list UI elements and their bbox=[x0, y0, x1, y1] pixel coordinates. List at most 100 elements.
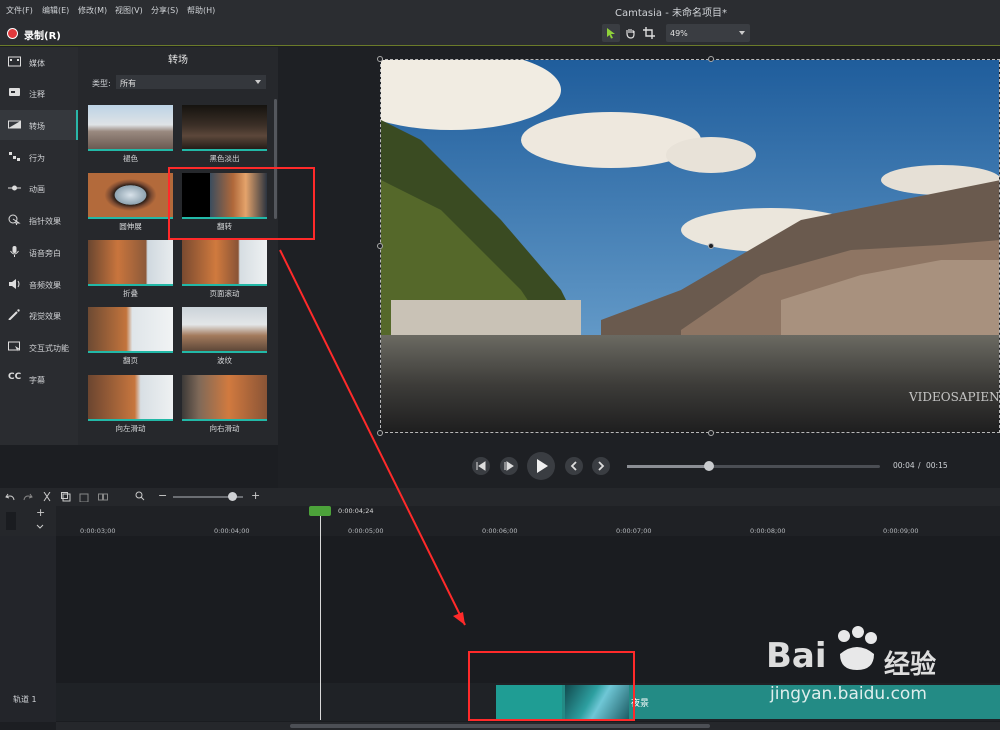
transition-label: 向右滑动 bbox=[209, 424, 240, 433]
select-tool-button[interactable] bbox=[602, 24, 620, 42]
sidebar-item-voice-narration[interactable]: 语音旁白 bbox=[0, 237, 78, 267]
playback-progress bbox=[627, 465, 709, 468]
transition-label: 褪色 bbox=[123, 154, 138, 163]
timeline-ruler[interactable] bbox=[56, 506, 1000, 536]
ruler-tick-label: 0:00:03;00 bbox=[80, 527, 116, 535]
sidebar-item-behaviors[interactable]: 行为 bbox=[0, 142, 78, 172]
track-labels: 轨道 1 bbox=[0, 536, 56, 722]
record-button[interactable]: 录制(R) bbox=[24, 27, 61, 42]
sidebar-item-animations[interactable]: 动画 bbox=[0, 173, 78, 203]
redo-icon[interactable] bbox=[23, 492, 33, 502]
pan-tool-button[interactable] bbox=[621, 24, 639, 42]
sidebar-item-label: 注释 bbox=[29, 90, 45, 99]
transition-thumbnail bbox=[88, 173, 173, 217]
transition-tile-fade-to-black[interactable]: 黑色淡出 bbox=[182, 105, 267, 163]
sidebar-item-annotations[interactable]: 注释 bbox=[0, 78, 78, 108]
play-button[interactable] bbox=[527, 452, 555, 480]
magic-wand-icon bbox=[8, 309, 20, 320]
transition-thumbnail bbox=[88, 105, 173, 149]
sidebar-item-transitions[interactable]: 转场 bbox=[0, 110, 78, 140]
film-icon bbox=[8, 56, 21, 67]
play-icon bbox=[537, 459, 548, 473]
transition-thumbnail bbox=[88, 240, 173, 284]
transition-tile-page-roll[interactable]: 页面滚动 bbox=[182, 240, 267, 298]
sidebar-item-label: 音频效果 bbox=[29, 281, 61, 290]
transition-thumbnail bbox=[182, 105, 267, 149]
transition-tile-ripple[interactable]: 波纹 bbox=[182, 307, 267, 365]
crop-icon bbox=[643, 27, 655, 39]
sidebar-item-media[interactable]: 媒体 bbox=[0, 47, 78, 77]
undo-icon[interactable] bbox=[5, 492, 15, 502]
highlight-box-flip bbox=[168, 167, 315, 240]
scrubber-knob[interactable] bbox=[704, 461, 714, 471]
add-track-button[interactable]: + bbox=[36, 506, 45, 519]
menu-view[interactable]: 视图(V) bbox=[115, 5, 143, 16]
ruler-tick-label: 0:00:07;00 bbox=[616, 527, 652, 535]
cc-icon: CC bbox=[8, 372, 22, 382]
next-marker-button[interactable] bbox=[592, 457, 610, 475]
tile-accent-bar bbox=[88, 351, 173, 353]
microphone-icon bbox=[10, 246, 19, 257]
menu-file[interactable]: 文件(F) bbox=[6, 5, 33, 16]
zoom-in-button[interactable]: + bbox=[251, 489, 260, 502]
record-icon[interactable] bbox=[7, 28, 18, 39]
type-select[interactable]: 所有 bbox=[116, 75, 266, 89]
cut-icon[interactable] bbox=[42, 492, 52, 502]
tile-accent-bar bbox=[88, 149, 173, 151]
resize-handle[interactable] bbox=[708, 243, 714, 249]
transition-tile-slide-right[interactable]: 向右滑动 bbox=[182, 375, 267, 433]
preview-watermark: VIDEOSAPIEN bbox=[908, 390, 1000, 404]
sidebar-item-label: 字幕 bbox=[29, 376, 45, 385]
speaker-icon bbox=[9, 279, 20, 289]
menu-help[interactable]: 帮助(H) bbox=[187, 5, 215, 16]
copy-icon[interactable] bbox=[61, 492, 71, 502]
transition-thumbnail bbox=[88, 307, 173, 351]
resize-handle[interactable] bbox=[708, 56, 714, 62]
track-name: 轨道 1 bbox=[13, 695, 37, 704]
sidebar-item-captions[interactable]: CC 字幕 bbox=[0, 364, 78, 394]
crop-tool-button[interactable] bbox=[640, 24, 658, 42]
menu-edit[interactable]: 编辑(E) bbox=[42, 5, 69, 16]
chevron-right-icon bbox=[598, 461, 605, 471]
transition-icon bbox=[8, 120, 21, 129]
zoom-out-button[interactable]: − bbox=[158, 489, 167, 502]
sidebar-item-audio-effects[interactable]: 音频效果 bbox=[0, 269, 78, 299]
transition-tile-fold[interactable]: 折叠 bbox=[88, 240, 173, 298]
tile-accent-bar bbox=[182, 284, 267, 286]
prev-marker-button[interactable] bbox=[565, 457, 583, 475]
ruler-tick-label: 0:00:09;00 bbox=[883, 527, 919, 535]
track-header-controls: + bbox=[0, 506, 56, 536]
chevron-down-icon[interactable] bbox=[36, 524, 44, 530]
resize-handle[interactable] bbox=[377, 56, 383, 62]
menu-modify[interactable]: 修改(M) bbox=[78, 5, 107, 16]
sidebar-item-cursor-effects[interactable]: 指针效果 bbox=[0, 205, 78, 235]
sidebar-item-interactivity[interactable]: 交互式功能 bbox=[0, 332, 78, 362]
transition-label: 向左滑动 bbox=[115, 424, 146, 433]
transition-tile-slide-left[interactable]: 向左滑动 bbox=[88, 375, 173, 433]
paste-icon[interactable] bbox=[79, 492, 89, 502]
track-height-control[interactable] bbox=[6, 512, 16, 530]
type-value: 所有 bbox=[120, 79, 136, 88]
resize-handle[interactable] bbox=[708, 430, 714, 436]
arrow-cursor-icon bbox=[607, 28, 615, 39]
transition-tile-circle-stretch[interactable]: 圆伸展 bbox=[88, 173, 173, 231]
transition-tile-fade[interactable]: 褪色 bbox=[88, 105, 173, 163]
step-forward-button[interactable] bbox=[500, 457, 518, 475]
transition-label: 波纹 bbox=[217, 356, 232, 365]
tile-accent-bar bbox=[182, 149, 267, 151]
zoom-select[interactable]: 49% bbox=[666, 24, 750, 42]
split-icon[interactable] bbox=[98, 492, 108, 502]
transition-tile-page-turn[interactable]: 翻页 bbox=[88, 307, 173, 365]
timeline-scroll-thumb[interactable] bbox=[290, 724, 710, 728]
transition-label: 翻页 bbox=[123, 356, 138, 365]
tile-accent-bar bbox=[182, 351, 267, 353]
sidebar: 媒体 注释 转场 行为 动画 指针效果 语音旁白 音频效果 视觉效果 交互式功能… bbox=[0, 47, 78, 445]
tile-accent-bar bbox=[88, 284, 173, 286]
zoom-slider-knob[interactable] bbox=[228, 492, 237, 501]
menu-share[interactable]: 分享(S) bbox=[151, 5, 178, 16]
sidebar-item-visual-effects[interactable]: 视觉效果 bbox=[0, 300, 78, 330]
transition-label: 圆伸展 bbox=[119, 222, 142, 231]
ruler-tick-label: 0:00:08;00 bbox=[750, 527, 786, 535]
transition-label: 页面滚动 bbox=[209, 289, 240, 298]
transition-thumbnail bbox=[182, 307, 267, 351]
